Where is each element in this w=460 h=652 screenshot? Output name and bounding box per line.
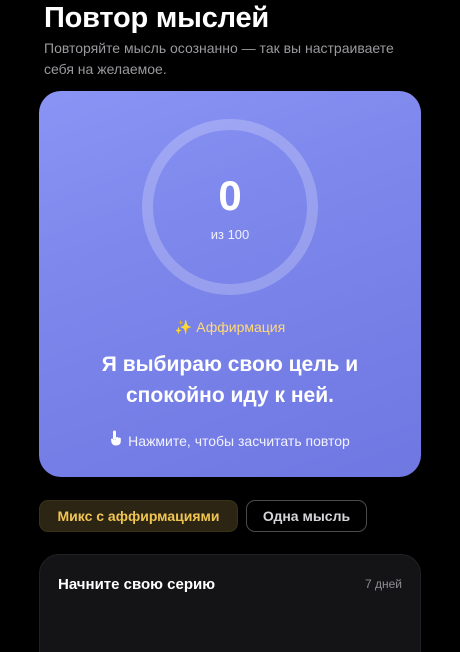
page-title: Повтор мыслей bbox=[44, 2, 270, 34]
affirmation-text: Я выбираю свою цель и спокойно иду к ней… bbox=[101, 353, 359, 407]
streak-card: Начните свою серию 7 дней bbox=[39, 554, 421, 652]
single-thought-button[interactable]: Одна мысль bbox=[246, 500, 367, 532]
repeat-count: 0 bbox=[218, 172, 242, 219]
streak-title: Начните свою серию bbox=[58, 576, 216, 593]
repeat-counter-card[interactable]: 0 из 100 ✨ Аффирмация Я выбираю свою цель… bbox=[39, 91, 421, 477]
affirmation-label: ✨ Аффирмация bbox=[39, 319, 421, 336]
tap-hint: Нажмите, чтобы засчитать повтор bbox=[39, 430, 421, 449]
tap-hint-text: Нажмите, чтобы засчитать повтор bbox=[128, 433, 350, 449]
streak-days: 7 дней bbox=[364, 577, 402, 591]
repeat-total: из 100 bbox=[210, 227, 250, 242]
affirmation-label-text: Аффирмация bbox=[196, 319, 286, 335]
sparkles-icon: ✨ bbox=[174, 319, 193, 335]
page-subtitle: Повторяйте мысль осознанно — так вы наст… bbox=[44, 40, 394, 77]
pointing-hand-icon bbox=[110, 430, 122, 449]
mix-mode-button[interactable]: Микс с аффирмациями bbox=[39, 500, 238, 532]
